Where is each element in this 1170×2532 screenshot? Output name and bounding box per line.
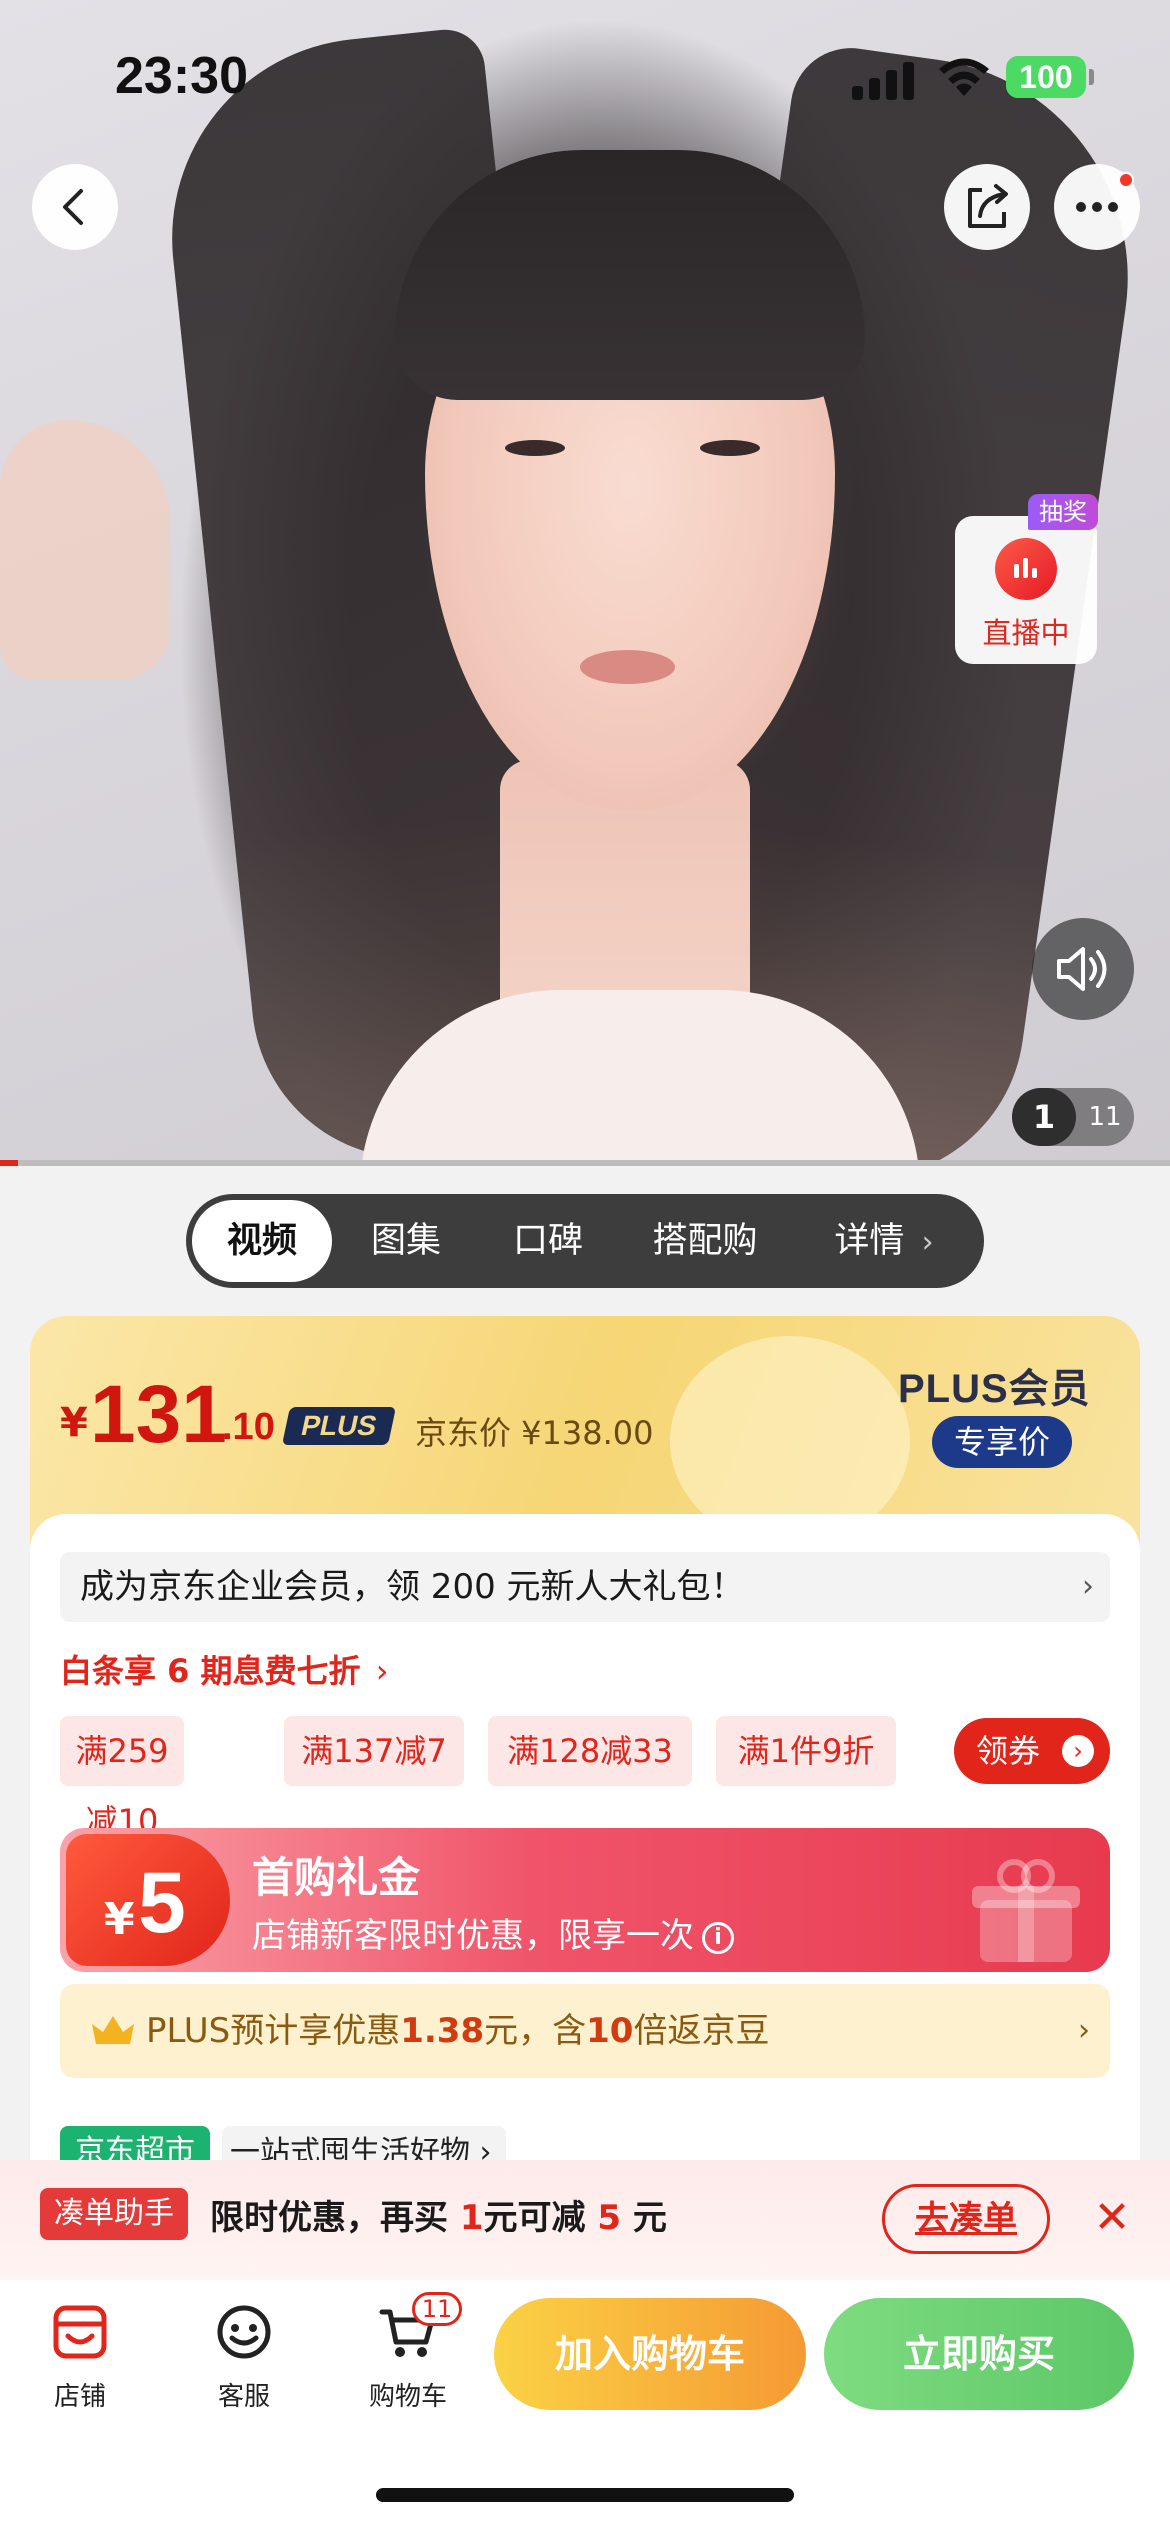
price-integer: 131	[90, 1369, 227, 1460]
model-eye-right	[700, 440, 760, 456]
crown-icon	[92, 2016, 134, 2044]
store-icon	[53, 2305, 107, 2359]
back-button[interactable]	[32, 164, 118, 250]
cart-count-badge: 11	[412, 2292, 462, 2326]
get-coupon-button[interactable]: 领券 ›	[954, 1718, 1110, 1784]
price-currency: ¥	[60, 1400, 88, 1446]
bundle-num-a: 1	[459, 2198, 484, 2238]
chevron-right-circle-icon: ›	[1062, 1735, 1094, 1767]
plus-rewards-amount: 1.38	[400, 2011, 485, 2051]
coupon-chip[interactable]: 满128减33	[488, 1716, 692, 1786]
cellular-signal-icon	[852, 60, 916, 100]
get-coupon-label: 领券	[976, 1732, 1041, 1770]
plus-rewards-times: 10	[586, 2011, 634, 2051]
media-counter-total: 11	[1088, 1102, 1122, 1132]
info-icon[interactable]: i	[702, 1921, 734, 1954]
gift-box-icon	[972, 1859, 1080, 1962]
bundle-helper-bar: 凑单助手 限时优惠，再买 1元可减 5 元 去凑单 ✕	[0, 2160, 1170, 2280]
first-purchase-gift-banner[interactable]: ¥ 5 首购礼金 店铺新客限时优惠，限享一次 i	[60, 1828, 1110, 1972]
gift-description-text: 店铺新客限时优惠，限享一次	[252, 1916, 694, 1956]
plus-rewards-bar[interactable]: PLUS预计享优惠1.38元，含10倍返京豆 ›	[60, 1984, 1110, 2078]
coupon-chip[interactable]: 满1件9折	[716, 1716, 896, 1786]
enterprise-member-text: 成为京东企业会员，领 200 元新人大礼包！	[80, 1567, 745, 1607]
customer-service-label: 客服	[217, 2382, 270, 2412]
bundle-msg-a: 限时优惠，再买	[210, 2198, 448, 2238]
buy-now-button[interactable]: 立即购买	[824, 2298, 1134, 2410]
plus-rewards-mid: 元，含	[484, 2011, 587, 2051]
bundle-msg-c: 元	[632, 2198, 667, 2238]
home-indicator[interactable]	[376, 2488, 794, 2502]
add-to-cart-button[interactable]: 加入购物车	[494, 2298, 806, 2410]
plus-rewards-text: PLUS预计享优惠1.38元，含10倍返京豆	[146, 1984, 769, 2078]
baitiao-text: 白条享 6 期息费七折	[60, 1652, 361, 1690]
enterprise-member-banner[interactable]: 成为京东企业会员，领 200 元新人大礼包！ ›	[60, 1552, 1110, 1622]
lottery-badge: 抽奖	[1028, 494, 1098, 530]
video-progress-fill	[0, 1160, 18, 1166]
tab-details-label: 详情	[834, 1221, 905, 1261]
mute-toggle-button[interactable]	[1032, 918, 1134, 1020]
store-label: 店铺	[53, 2382, 106, 2412]
model-lips	[580, 650, 675, 684]
tab-details[interactable]: 详情 ›	[794, 1200, 974, 1282]
bundle-helper-message: 限时优惠，再买 1元可减 5 元	[210, 2160, 667, 2276]
coupon-chip[interactable]: 满137减7	[284, 1716, 464, 1786]
plus-member-label: PLUS会员	[898, 1367, 1091, 1411]
chevron-right-icon: ›	[375, 1652, 389, 1690]
plus-tag: PLUS	[281, 1407, 397, 1445]
live-chart-icon	[995, 538, 1057, 600]
go-bundle-button[interactable]: 去凑单	[882, 2184, 1050, 2254]
jd-original-price: 京东价 ¥138.00	[415, 1414, 654, 1452]
wifi-icon	[939, 58, 989, 96]
status-time: 23:30	[115, 47, 248, 105]
media-tabs: 视频 图集 口碑 搭配购 详情 ›	[186, 1194, 984, 1288]
plus-rewards-suffix: 倍返京豆	[633, 2011, 770, 2051]
tab-video[interactable]: 视频	[192, 1200, 332, 1282]
tab-bundle[interactable]: 搭配购	[620, 1200, 790, 1282]
more-dots-icon	[1076, 202, 1118, 212]
media-counter: 1 11	[1012, 1088, 1134, 1146]
battery-indicator: 100	[1006, 56, 1094, 98]
gift-title: 首购礼金	[252, 1853, 421, 1902]
plus-rewards-prefix: PLUS预计享优惠	[146, 2011, 401, 2051]
gift-description: 店铺新客限时优惠，限享一次 i	[252, 1908, 734, 1957]
notification-dot	[1118, 172, 1134, 188]
bundle-helper-tag: 凑单助手	[40, 2188, 188, 2240]
exclusive-price-badge: 专享价	[932, 1416, 1072, 1468]
bundle-msg-b: 元可减	[483, 2198, 586, 2238]
gift-value: 5	[138, 1855, 186, 1951]
live-stream-entry[interactable]: 直播中	[955, 516, 1097, 664]
price-decimal: .10	[222, 1406, 275, 1448]
bundle-num-b: 5	[597, 2198, 622, 2238]
gift-currency: ¥	[104, 1894, 135, 1945]
tab-gallery[interactable]: 图集	[336, 1200, 476, 1282]
more-button[interactable]	[1054, 164, 1140, 250]
model-eye-left	[505, 440, 565, 456]
gift-amount: ¥ 5	[66, 1834, 230, 1966]
share-button[interactable]	[944, 164, 1030, 250]
media-counter-current: 1	[1012, 1088, 1076, 1146]
cart-label: 购物车	[368, 2382, 447, 2412]
chevron-left-icon	[63, 189, 83, 225]
model-hand	[0, 420, 170, 680]
smiley-icon	[217, 2305, 271, 2359]
chevron-right-icon: ›	[921, 1225, 934, 1260]
coupon-chip[interactable]: 满259减10	[60, 1716, 184, 1840]
tab-reviews[interactable]: 口碑	[478, 1200, 618, 1282]
baitiao-installment-link[interactable]: 白条享 6 期息费七折 ›	[60, 1646, 389, 1692]
speaker-muted-icon	[1057, 947, 1107, 991]
close-icon[interactable]: ✕	[1090, 2190, 1134, 2246]
video-progress-bar[interactable]	[0, 1160, 1170, 1166]
live-label: 直播中	[982, 616, 1070, 650]
share-icon	[968, 184, 1008, 228]
chevron-right-icon: ›	[1078, 2013, 1090, 2048]
chevron-right-icon: ›	[1082, 1569, 1094, 1604]
status-bar: 23:30 100	[0, 0, 1170, 150]
